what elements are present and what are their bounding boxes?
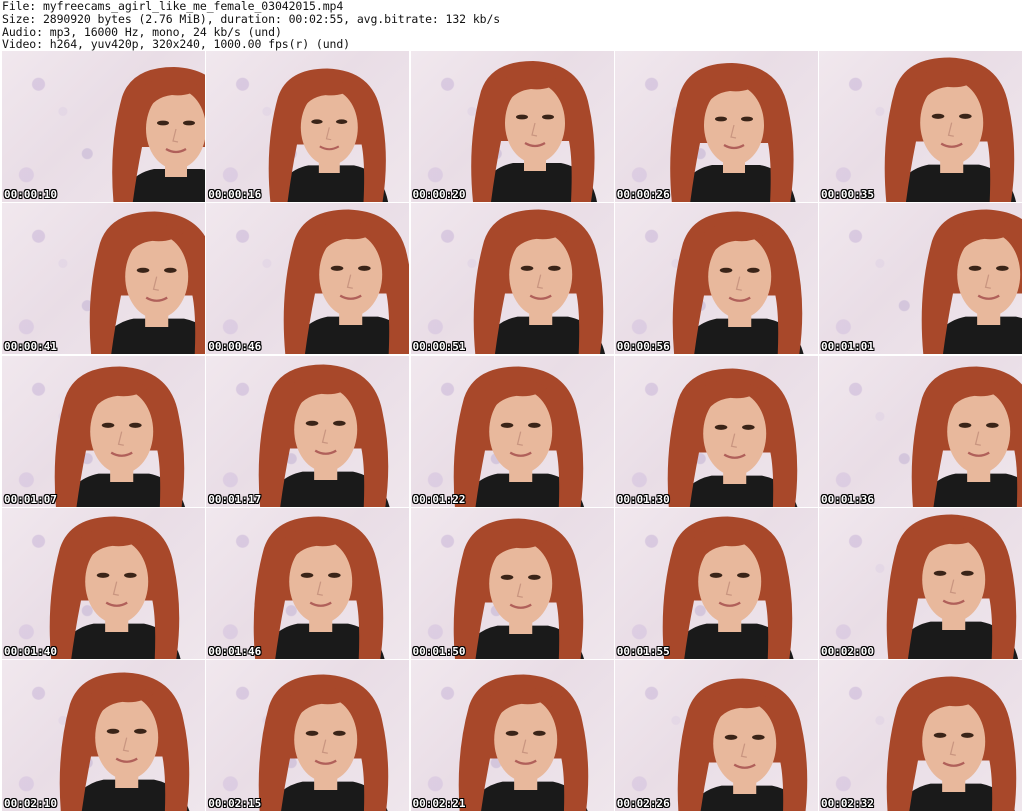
thumbnail-timestamp: 00:00:56 xyxy=(616,340,670,354)
thumbnail-timestamp: 00:00:16 xyxy=(208,188,262,201)
thumbnail-timestamp: 00:02:00 xyxy=(821,644,874,658)
thumbnail-timestamp: 00:01:55 xyxy=(616,644,670,658)
thumbnail-timestamp: 00:00:41 xyxy=(4,340,57,354)
thumbnail-timestamp: 00:02:26 xyxy=(616,797,670,810)
video-thumbnail: 00:02:00 xyxy=(819,507,1022,659)
person-figure xyxy=(112,67,205,202)
thumbnail-timestamp: 00:00:46 xyxy=(208,340,262,354)
video-thumbnail: 00:00:26 xyxy=(614,51,818,202)
video-info-line: Video: h264, yuv420p, 320x240, 1000.00 f… xyxy=(2,37,351,52)
thumbnail-timestamp: 00:01:07 xyxy=(4,492,57,506)
thumbnail-timestamp: 00:01:01 xyxy=(821,340,874,354)
video-thumbnail: 00:02:10 xyxy=(2,660,205,811)
thumbnail-timestamp: 00:01:40 xyxy=(4,644,57,658)
person-figure xyxy=(89,211,205,355)
person-figure xyxy=(453,365,584,507)
video-thumbnail: 00:02:26 xyxy=(614,660,818,811)
thumbnail-timestamp: 00:02:15 xyxy=(208,797,262,810)
video-thumbnail: 00:01:50 xyxy=(410,507,614,659)
person-figure xyxy=(258,363,390,507)
thumbnail-timestamp: 00:00:35 xyxy=(821,188,874,201)
person-figure xyxy=(54,365,185,507)
thumbnail-timestamp: 00:01:36 xyxy=(821,492,874,506)
video-thumbnail: 00:01:22 xyxy=(410,355,614,507)
video-thumbnail: 00:00:46 xyxy=(206,203,410,355)
person-figure xyxy=(59,672,190,811)
thumbnail-timestamp: 00:01:50 xyxy=(412,644,466,658)
video-thumbnail: 00:00:51 xyxy=(410,203,614,355)
person-figure xyxy=(49,516,181,659)
video-thumbnail: 00:01:07 xyxy=(2,355,205,507)
video-thumbnail: 00:00:35 xyxy=(819,51,1022,202)
person-figure xyxy=(253,516,385,659)
person-figure xyxy=(677,678,807,811)
person-figure xyxy=(911,365,1022,507)
video-thumbnail: 00:02:21 xyxy=(410,660,614,811)
person-figure xyxy=(886,514,1018,659)
person-figure xyxy=(662,516,794,659)
video-thumbnail: 00:00:20 xyxy=(410,51,614,202)
video-thumbnail: 00:02:15 xyxy=(206,660,410,811)
thumbnail-timestamp: 00:00:10 xyxy=(4,188,57,201)
person-figure xyxy=(884,57,1016,202)
person-figure xyxy=(672,211,804,355)
thumbnail-timestamp: 00:00:26 xyxy=(616,188,670,201)
video-thumbnail: 00:01:55 xyxy=(614,507,818,659)
file-info-header: File: myfreecams_agirl_like_me_female_03… xyxy=(2,0,1022,52)
person-figure xyxy=(669,63,796,202)
video-thumbnail: 00:00:10 xyxy=(2,51,205,202)
video-thumbnail: 00:00:16 xyxy=(206,51,410,202)
person-figure xyxy=(667,367,798,507)
video-thumbnail: 00:00:41 xyxy=(2,203,205,355)
thumbnail-timestamp: 00:01:22 xyxy=(412,492,466,506)
thumbnail-timestamp: 00:02:10 xyxy=(4,797,57,810)
video-thumbnail: 00:01:17 xyxy=(206,355,410,507)
file-name-line: File: myfreecams_agirl_like_me_female_03… xyxy=(2,0,344,13)
thumbnail-timestamp: 00:01:30 xyxy=(616,492,670,506)
person-figure xyxy=(453,518,584,659)
person-figure xyxy=(470,61,597,202)
thumbnail-timestamp: 00:00:20 xyxy=(412,188,466,201)
video-thumbnail: 00:02:32 xyxy=(819,660,1022,811)
video-thumbnail: 00:01:36 xyxy=(819,355,1022,507)
thumbnail-timestamp: 00:00:51 xyxy=(412,340,466,354)
person-figure xyxy=(921,209,1022,355)
person-figure xyxy=(283,209,410,355)
video-thumbnail: 00:01:30 xyxy=(614,355,818,507)
person-figure xyxy=(458,674,588,811)
person-figure xyxy=(268,68,389,202)
thumbnail-timestamp: 00:02:21 xyxy=(412,797,466,810)
video-thumbnail: 00:01:40 xyxy=(2,507,205,659)
person-figure xyxy=(886,676,1017,811)
file-size-line: Size: 2890920 bytes (2.76 MiB), duration… xyxy=(2,11,501,26)
thumbnail-timestamp: 00:01:46 xyxy=(208,644,262,658)
video-thumbnail: 00:00:56 xyxy=(614,203,818,355)
video-thumbnail: 00:01:01 xyxy=(819,203,1022,355)
person-figure xyxy=(473,209,605,355)
thumbnail-grid: 00:00:10 00:00:16 00:00:20 00:00:26 00:00:35… xyxy=(2,51,1022,811)
person-figure xyxy=(258,674,389,811)
thumbnail-timestamp: 00:01:17 xyxy=(208,492,262,506)
thumbnail-timestamp: 00:02:32 xyxy=(821,797,874,810)
video-thumbnail: 00:01:46 xyxy=(206,507,410,659)
